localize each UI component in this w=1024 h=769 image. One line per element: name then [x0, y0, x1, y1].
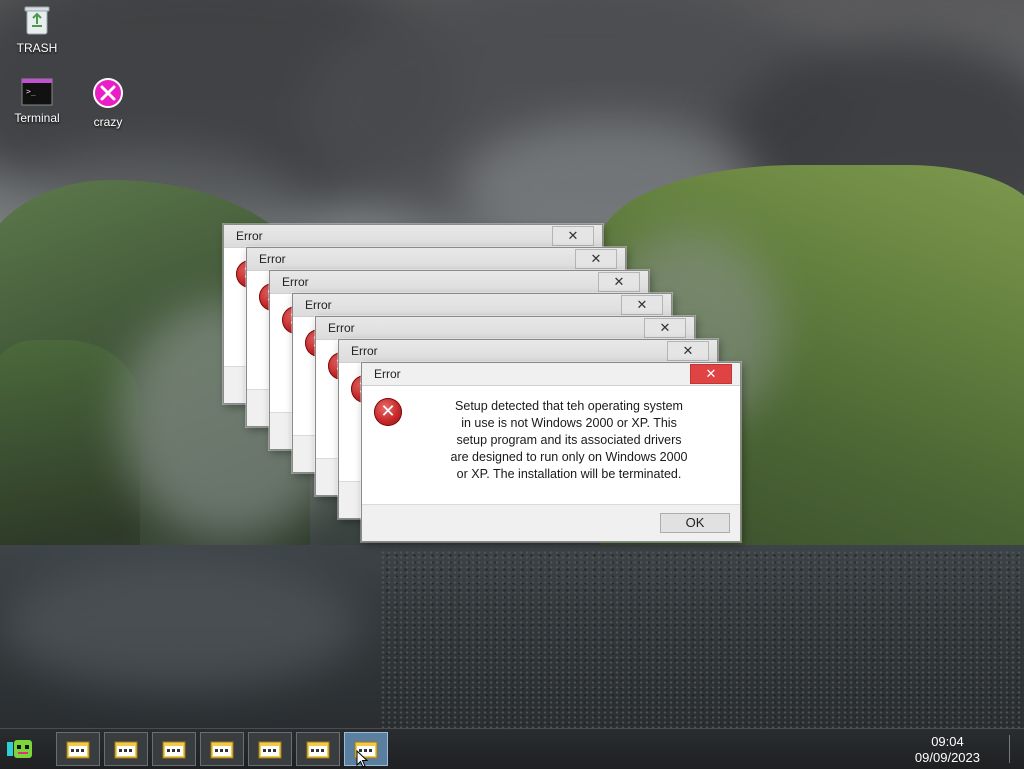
- taskbar: 09:04 09/09/2023: [0, 728, 1024, 769]
- dialog-title: Error: [282, 275, 309, 289]
- dialog-titlebar[interactable]: Error ✕: [293, 294, 671, 317]
- desktop-icon-crazy[interactable]: crazy: [78, 78, 138, 129]
- taskbar-window-button[interactable]: [248, 732, 292, 766]
- dialog-titlebar[interactable]: Error ✕: [224, 225, 602, 248]
- taskbar-window-button[interactable]: [104, 732, 148, 766]
- close-button[interactable]: ✕: [552, 226, 594, 246]
- dialog-titlebar[interactable]: Error ✕: [247, 248, 625, 271]
- start-button[interactable]: [4, 734, 38, 764]
- terminal-icon: >_: [7, 78, 67, 109]
- dialog-title: Error: [236, 229, 263, 243]
- error-dialog-front[interactable]: Error ✕ ✕ Setup detected that teh operat…: [361, 362, 741, 542]
- taskbar-window-button[interactable]: [56, 732, 100, 766]
- crazy-label: crazy: [93, 115, 123, 129]
- dialog-title: Error: [351, 344, 378, 358]
- close-button[interactable]: ✕: [690, 364, 732, 384]
- installer-app-icon: [66, 741, 90, 759]
- close-button[interactable]: ✕: [598, 272, 640, 292]
- system-clock[interactable]: 09:04 09/09/2023: [915, 734, 980, 766]
- start-menu-icon: [7, 740, 32, 758]
- close-button[interactable]: ✕: [644, 318, 686, 338]
- installer-app-icon: [258, 741, 282, 759]
- trash-label: TRASH: [16, 41, 58, 55]
- taskbar-window-button[interactable]: [152, 732, 196, 766]
- dialog-title: Error: [374, 367, 401, 381]
- dialog-titlebar[interactable]: Error ✕: [316, 317, 694, 340]
- clock-time: 09:04: [931, 734, 964, 749]
- desktop-icon-trash[interactable]: TRASH: [7, 4, 67, 55]
- dialog-title: Error: [259, 252, 286, 266]
- close-button[interactable]: ✕: [667, 341, 709, 361]
- dialog-titlebar[interactable]: Error ✕: [339, 340, 717, 363]
- dialog-titlebar[interactable]: Error ✕: [270, 271, 648, 294]
- svg-text:>_: >_: [26, 87, 36, 96]
- dialog-titlebar[interactable]: Error ✕: [362, 363, 740, 386]
- taskbar-window-button[interactable]: [296, 732, 340, 766]
- taskbar-window-button[interactable]: [200, 732, 244, 766]
- trash-icon: [7, 4, 67, 39]
- mouse-cursor-icon: [356, 750, 368, 768]
- installer-app-icon: [162, 741, 186, 759]
- installer-app-icon: [210, 741, 234, 759]
- error-icon: ✕: [374, 398, 402, 426]
- clock-date: 09/09/2023: [914, 750, 980, 765]
- installer-app-icon: [306, 741, 330, 759]
- terminal-label: Terminal: [14, 111, 60, 125]
- show-desktop-button[interactable]: [1009, 735, 1016, 763]
- dialog-title: Error: [305, 298, 332, 312]
- installer-app-icon: [114, 741, 138, 759]
- desktop-icon-terminal[interactable]: >_ Terminal: [7, 78, 67, 125]
- close-button[interactable]: ✕: [575, 249, 617, 269]
- crazy-icon: [78, 78, 138, 113]
- error-message: Setup detected that teh operating system…: [450, 399, 688, 481]
- dialog-title: Error: [328, 321, 355, 335]
- close-button[interactable]: ✕: [621, 295, 663, 315]
- ok-button[interactable]: OK: [660, 513, 730, 533]
